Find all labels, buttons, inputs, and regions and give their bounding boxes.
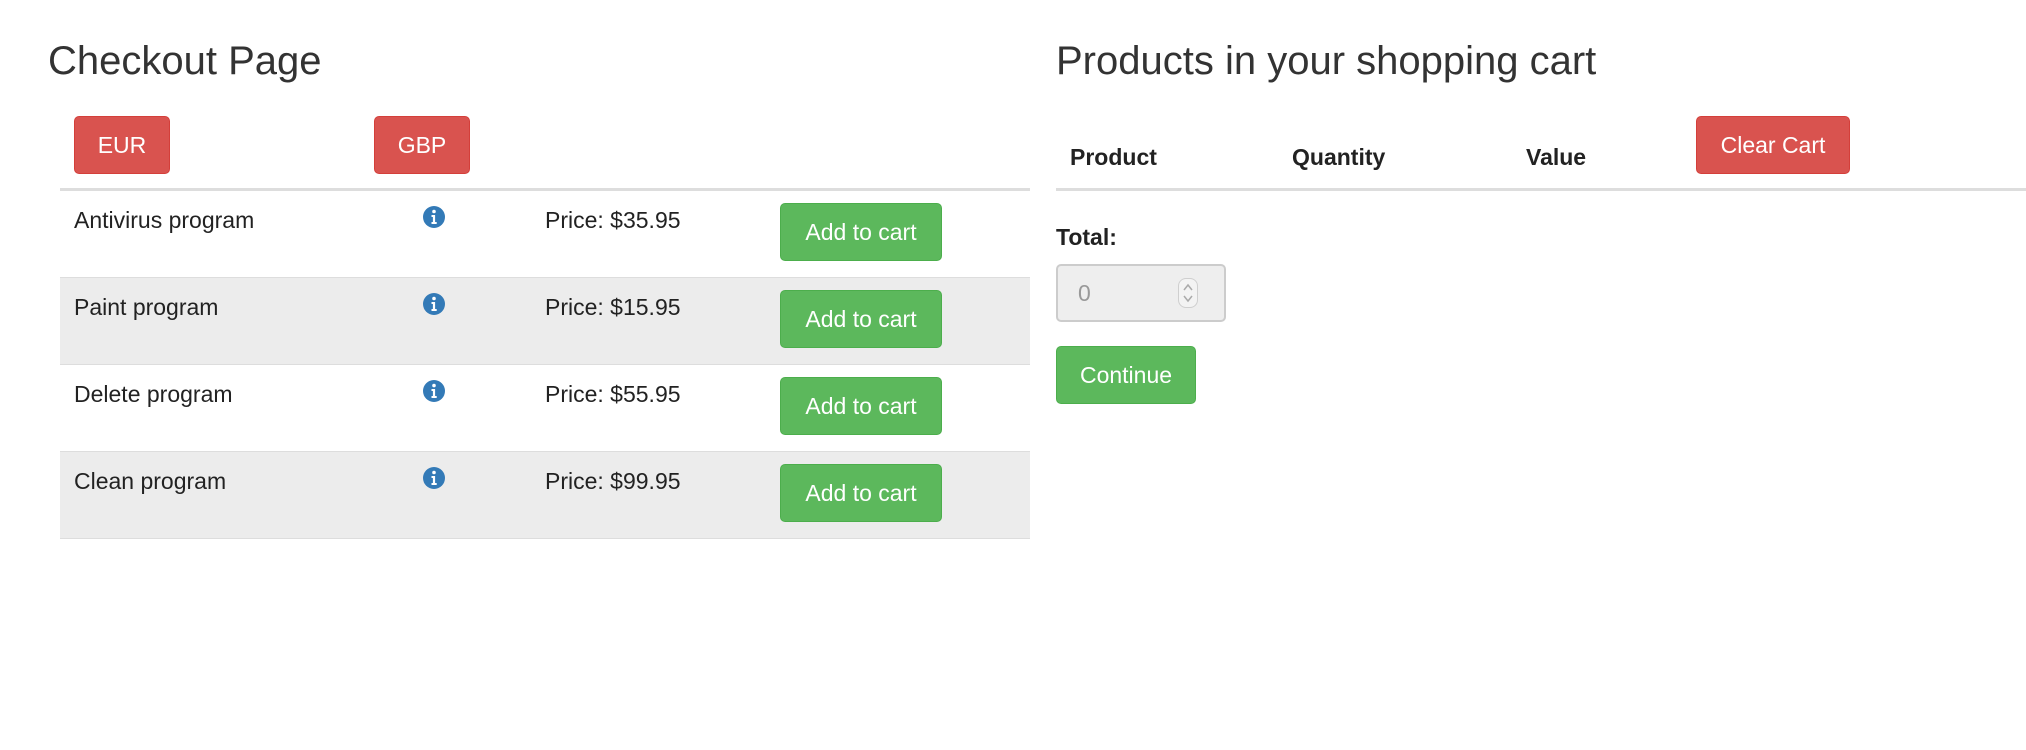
eur-button[interactable]: EUR <box>74 116 170 174</box>
info-circle-icon[interactable] <box>422 292 446 316</box>
column-header-quantity: Quantity <box>1292 144 1386 170</box>
add-to-cart-button[interactable]: Add to cart <box>780 464 942 522</box>
checkout-page: Checkout Page EUR GBP Antivirus program … <box>0 0 2026 750</box>
cart-table-header: Product Quantity Value Clear Cart <box>1056 116 2026 191</box>
column-header-value: Value <box>1526 144 1587 170</box>
product-name: Antivirus program <box>74 207 255 233</box>
info-circle-icon[interactable] <box>422 379 446 403</box>
product-price: Price: $35.95 <box>545 207 681 233</box>
continue-button[interactable]: Continue <box>1056 346 1196 404</box>
product-price: Price: $15.95 <box>545 294 681 320</box>
product-name: Delete program <box>74 381 233 407</box>
table-row: Antivirus program Price: $35.95 Add to c… <box>60 191 1030 278</box>
info-circle-icon[interactable] <box>422 205 446 229</box>
table-row: Clean program Price: $99.95 Add to cart <box>60 452 1030 539</box>
product-price: Price: $55.95 <box>545 381 681 407</box>
clear-cart-button[interactable]: Clear Cart <box>1696 116 1850 174</box>
column-header-product: Product <box>1070 144 1157 170</box>
gbp-button[interactable]: GBP <box>374 116 470 174</box>
cart-title: Products in your shopping cart <box>1056 39 1597 83</box>
product-name: Paint program <box>74 294 219 320</box>
add-to-cart-button[interactable]: Add to cart <box>780 290 942 348</box>
number-spinner[interactable] <box>1178 278 1198 308</box>
table-row: Paint program Price: $15.95 Add to cart <box>60 278 1030 365</box>
table-row: Delete program Price: $55.95 Add to cart <box>60 365 1030 452</box>
spinner-arrows-icon <box>1183 283 1193 303</box>
add-to-cart-button[interactable]: Add to cart <box>780 377 942 435</box>
page-title: Checkout Page <box>48 39 322 83</box>
total-label: Total: <box>1056 224 1117 250</box>
total-value: 0 <box>1078 279 1091 306</box>
add-to-cart-button[interactable]: Add to cart <box>780 203 942 261</box>
products-table: EUR GBP Antivirus program Price: $35.95 … <box>60 116 1030 539</box>
product-price: Price: $99.95 <box>545 468 681 494</box>
total-field[interactable]: 0 <box>1056 264 1226 322</box>
currency-row: EUR GBP <box>60 116 1030 191</box>
product-name: Clean program <box>74 468 227 494</box>
info-circle-icon[interactable] <box>422 466 446 490</box>
